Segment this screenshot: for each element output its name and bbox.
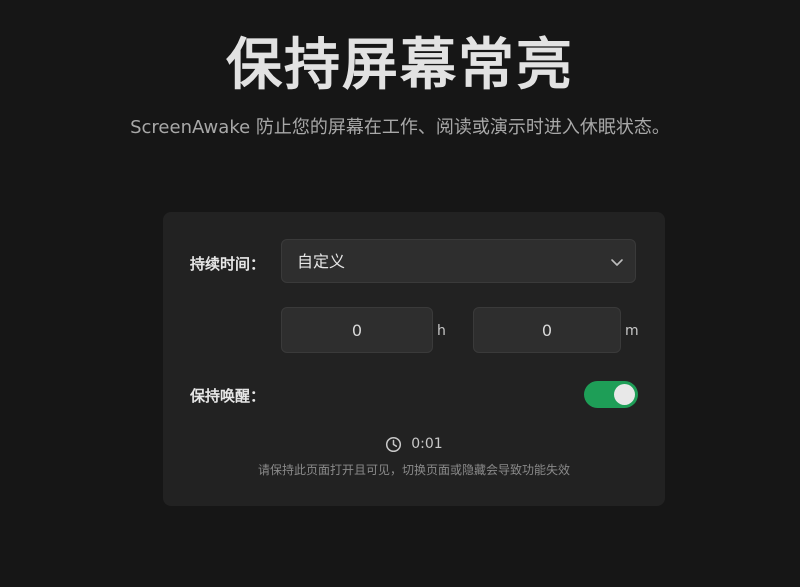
minutes-unit: m	[625, 323, 639, 339]
keep-awake-toggle[interactable]	[584, 381, 638, 408]
duration-label: 持续时间：	[190, 255, 266, 273]
visibility-note: 请保持此页面打开且可见，切换页面或隐藏会导致功能失效	[257, 463, 570, 477]
elapsed-time: 0:01	[411, 436, 443, 452]
hours-unit: h	[437, 323, 446, 339]
toggle-knob	[614, 384, 635, 405]
page-subtitle: ScreenAwake 防止您的屏幕在工作、阅读或演示时进入休眠状态。	[130, 117, 670, 138]
minutes-input[interactable]	[473, 307, 621, 353]
clock-icon	[386, 436, 402, 452]
duration-select[interactable]: 自定义	[281, 239, 636, 283]
chevron-down-icon	[611, 259, 623, 266]
page-title: 保持屏幕常亮	[226, 33, 574, 98]
keep-awake-label: 保持唤醒：	[190, 387, 266, 405]
hours-input[interactable]	[281, 307, 433, 353]
timer-row: 0:01	[163, 434, 665, 459]
duration-select-value: 自定义	[297, 252, 346, 271]
settings-card: 持续时间： 自定义 h m 保持唤醒： 0:01 请保持此页面打开且可见，切换页…	[163, 212, 665, 506]
